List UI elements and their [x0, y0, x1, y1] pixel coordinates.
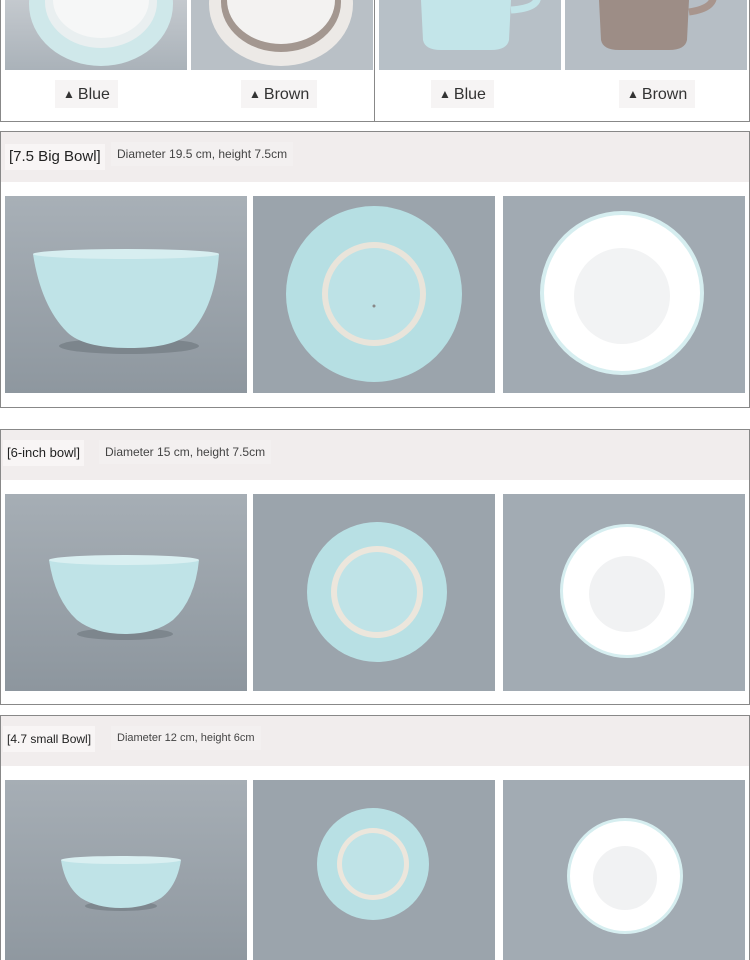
section-title: [7.5 Big Bowl] — [5, 144, 105, 170]
big-bowl-top-photo[interactable] — [503, 196, 745, 393]
six-inch-bowl-side-photo[interactable] — [5, 494, 247, 691]
brown-mug-label[interactable]: ▲ Brown — [619, 80, 696, 108]
triangle-up-icon: ▲ — [627, 87, 639, 101]
six-inch-bowl-section: [6-inch bowl] Diameter 15 cm, height 7.5… — [0, 429, 750, 705]
blue-plate-image[interactable] — [5, 0, 187, 70]
section-title: [6-inch bowl] — [3, 440, 84, 466]
section-header: [6-inch bowl] Diameter 15 cm, height 7.5… — [1, 430, 749, 480]
six-inch-bowl-bottom-photo[interactable] — [253, 494, 495, 691]
section-header: [4.7 small Bowl] Diameter 12 cm, height … — [1, 716, 749, 766]
blue-plate-label[interactable]: ▲ Blue — [55, 80, 118, 108]
plate-color-panel: ▲ Blue ▲ Brown — [0, 0, 375, 122]
section-title: [4.7 small Bowl] — [3, 726, 96, 752]
six-inch-bowl-top-photo[interactable] — [503, 494, 745, 691]
blue-mug-image[interactable] — [379, 0, 561, 70]
small-bowl-top-photo[interactable] — [503, 780, 745, 960]
triangle-up-icon: ▲ — [63, 87, 75, 101]
section-header: [7.5 Big Bowl] Diameter 19.5 cm, height … — [1, 132, 749, 182]
brown-mug-image[interactable] — [565, 0, 747, 70]
brown-plate-label[interactable]: ▲ Brown — [241, 80, 318, 108]
small-bowl-bottom-photo[interactable] — [253, 780, 495, 960]
small-bowl-side-photo[interactable] — [5, 780, 247, 960]
blue-mug-label[interactable]: ▲ Blue — [431, 80, 494, 108]
small-bowl-section: [4.7 small Bowl] Diameter 12 cm, height … — [0, 715, 750, 960]
section-spec: Diameter 19.5 cm, height 7.5cm — [111, 142, 294, 166]
big-bowl-section: [7.5 Big Bowl] Diameter 19.5 cm, height … — [0, 131, 750, 408]
product-detail-page: ▲ Blue ▲ Brown ▲ Blue ▲ Brown [7.5 Big B… — [0, 0, 750, 960]
big-bowl-side-photo[interactable] — [5, 196, 247, 393]
mug-color-panel: ▲ Blue ▲ Brown — [374, 0, 750, 122]
section-spec: Diameter 15 cm, height 7.5cm — [99, 440, 272, 464]
big-bowl-bottom-photo[interactable] — [253, 196, 495, 393]
section-spec: Diameter 12 cm, height 6cm — [111, 726, 261, 750]
triangle-up-icon: ▲ — [439, 87, 451, 101]
triangle-up-icon: ▲ — [249, 87, 261, 101]
brown-plate-image[interactable] — [191, 0, 373, 70]
